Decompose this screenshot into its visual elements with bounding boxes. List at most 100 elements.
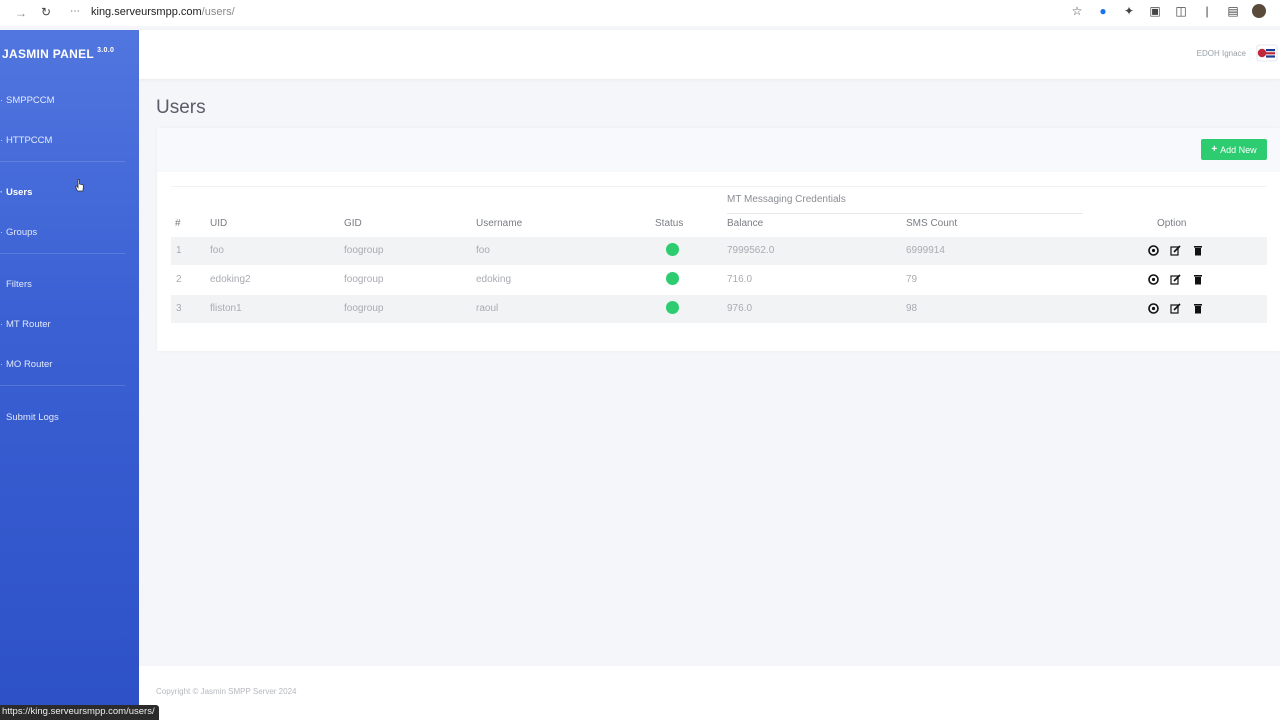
add-new-label: Add New [1220, 144, 1257, 155]
sidebar-divider [0, 385, 125, 386]
forward-icon[interactable]: → [14, 6, 28, 20]
cell-gid: foogroup [344, 274, 384, 285]
profile-avatar[interactable] [1252, 4, 1266, 18]
cell-uid: edoking2 [210, 274, 251, 285]
sidebar-item-smppccm[interactable]: · SMPPCCM [0, 89, 139, 111]
delete-icon[interactable] [1192, 244, 1204, 256]
sidebar-item-label: Submit Logs [6, 411, 59, 423]
table-row: 2 edoking2 foogroup edoking 716.0 79 [171, 266, 1267, 294]
reload-icon[interactable]: ↻ [39, 5, 53, 19]
col-header-balance: Balance [727, 218, 764, 229]
sidebar-item-label: Users [6, 186, 33, 198]
footer: Copyright © Jasmin SMPP Server 2024 [139, 666, 1280, 720]
table-row: 1 foo foogroup foo 7999562.0 6999914 [171, 237, 1267, 265]
sidebar-item-filters[interactable]: Filters [0, 273, 139, 295]
divider-icon: | [1205, 4, 1209, 18]
sidebar-item-mt-router[interactable]: · MT Router [0, 313, 139, 335]
sidebar-divider [0, 161, 125, 162]
cell-num: 1 [176, 245, 182, 256]
bullet-icon: · [0, 135, 3, 145]
browser-actions: ☆ ● ✦ ▣ ◫ | ▤ [1070, 4, 1266, 18]
cell-sms-count: 98 [906, 303, 918, 314]
sidebar-item-users[interactable]: · Users [0, 181, 139, 203]
bullet-icon: · [0, 227, 3, 237]
col-header-username: Username [476, 218, 523, 229]
sidebar-item-mo-router[interactable]: · MO Router [0, 353, 139, 375]
bullet-icon: · [0, 359, 3, 369]
sidebar-divider [0, 253, 125, 254]
cell-username: raoul [476, 303, 499, 314]
edit-icon[interactable] [1169, 244, 1181, 256]
cell-sms-count: 79 [906, 274, 918, 285]
view-icon[interactable] [1147, 302, 1159, 314]
plus-icon: + [1211, 144, 1218, 155]
sidebar-item-submit-logs[interactable]: Submit Logs [0, 406, 139, 428]
copyright-text: Copyright © Jasmin SMPP Server 2024 [156, 687, 297, 696]
card-header: + Add New [157, 128, 1280, 172]
delete-icon[interactable] [1192, 273, 1204, 285]
hand-cursor-icon [75, 179, 84, 192]
sparkle-icon[interactable]: ✦ [1122, 4, 1136, 18]
sidebar-item-label: Groups [6, 226, 38, 238]
extension-icon[interactable]: ● [1096, 4, 1110, 18]
puzzle-icon[interactable]: ◫ [1174, 4, 1188, 18]
delete-icon[interactable] [1192, 302, 1204, 314]
pip-icon[interactable]: ▤ [1226, 4, 1240, 18]
col-header-gid: GID [344, 218, 362, 229]
cell-balance: 716.0 [727, 274, 753, 285]
browser-toolbar: → ↻ ⋯ king.serveursmpp.com/users/ ☆ ● ✦ … [0, 0, 1280, 26]
bullet-icon: · [0, 319, 3, 329]
col-header-status: Status [655, 218, 684, 229]
sidebar-item-label: SMPPCCM [6, 94, 55, 106]
address-bar[interactable]: king.serveursmpp.com/users/ [91, 6, 235, 18]
bullet-icon: · [0, 187, 3, 197]
tab-icon[interactable]: ▣ [1148, 4, 1162, 18]
user-logo-icon[interactable] [1256, 44, 1278, 62]
sidebar-item-label: MO Router [6, 358, 53, 370]
site-info-icon[interactable]: ⋯ [70, 6, 80, 17]
table-group-header: MT Messaging Credentials [171, 186, 1267, 214]
cell-sms-count: 6999914 [906, 245, 945, 256]
cell-balance: 976.0 [727, 303, 753, 314]
view-icon[interactable] [1147, 244, 1159, 256]
cell-username: foo [476, 245, 490, 256]
sidebar-item-label: HTTPCCM [6, 134, 53, 146]
group-underline [727, 213, 1083, 214]
url-host: king.serveursmpp.com [91, 6, 202, 18]
mt-credentials-label: MT Messaging Credentials [727, 194, 846, 205]
user-name[interactable]: EDOH Ignace [1197, 49, 1246, 58]
users-card: + Add New MT Messaging Credentials # UID … [157, 128, 1280, 351]
sidebar-item-label: MT Router [6, 318, 51, 330]
page-title: Users [156, 97, 206, 118]
url-path: /users/ [201, 6, 235, 18]
brand-name: JASMIN PANEL [2, 47, 95, 61]
cell-balance: 7999562.0 [727, 245, 775, 256]
sidebar-item-groups[interactable]: · Groups [0, 221, 139, 243]
cell-num: 3 [176, 303, 182, 314]
add-new-button[interactable]: + Add New [1201, 139, 1267, 160]
sidebar: JASMIN PANEL 3.0.0 · SMPPCCM · HTTPCCM · Use… [0, 30, 139, 720]
status-active-dot [666, 243, 679, 256]
status-bar-url: https://king.serveursmpp.com/users/ [0, 705, 159, 720]
cell-gid: foogroup [344, 303, 384, 314]
brand[interactable]: JASMIN PANEL 3.0.0 [2, 47, 114, 61]
cell-num: 2 [176, 274, 182, 285]
col-header-num: # [175, 218, 181, 229]
bullet-icon: · [0, 95, 3, 105]
edit-icon[interactable] [1169, 302, 1181, 314]
col-header-uid: UID [210, 218, 228, 229]
status-active-dot [666, 272, 679, 285]
col-header-sms-count: SMS Count [906, 218, 958, 229]
view-icon[interactable] [1147, 273, 1159, 285]
bookmark-star-icon[interactable]: ☆ [1070, 4, 1084, 18]
edit-icon[interactable] [1169, 273, 1181, 285]
cell-uid: fliston1 [210, 303, 242, 314]
sidebar-item-httpccm[interactable]: · HTTPCCM [0, 129, 139, 151]
status-active-dot [666, 301, 679, 314]
cell-username: edoking [476, 274, 512, 285]
sidebar-item-label: Filters [6, 278, 32, 290]
cell-gid: foogroup [344, 245, 384, 256]
cell-uid: foo [210, 245, 224, 256]
brand-version: 3.0.0 [97, 47, 115, 54]
top-header: EDOH Ignace [139, 30, 1280, 79]
